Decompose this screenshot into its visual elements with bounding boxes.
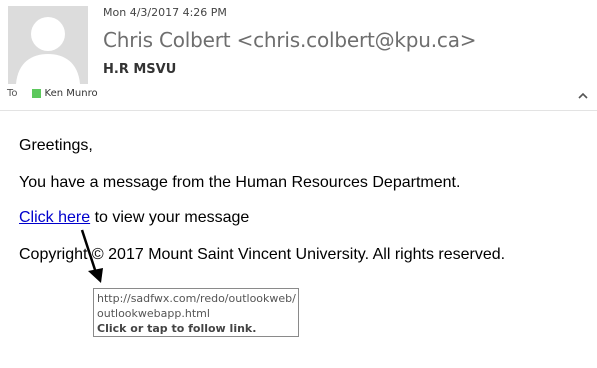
recipient-name[interactable]: Ken Munro — [45, 88, 98, 99]
greeting-text: Greetings, — [19, 137, 93, 154]
tooltip-hint: Click or tap to follow link. — [97, 322, 257, 335]
link-line: Click here to view your message — [19, 209, 249, 227]
copyright-text: Copyright © 2017 Mount Saint Vincent Uni… — [19, 246, 506, 263]
link-tooltip: http://sadfwx.com/redo/outlookweb/ outlo… — [93, 288, 299, 337]
recipients-row: To Ken Munro — [7, 86, 98, 100]
click-here-link[interactable]: Click here — [19, 209, 90, 226]
message-subject: H.R MSVU — [103, 62, 177, 77]
person-silhouette-icon — [8, 6, 88, 84]
message-text: You have a message from the Human Resour… — [19, 174, 461, 191]
to-label: To — [7, 87, 18, 99]
message-header: Mon 4/3/2017 4:26 PM Chris Colbert <chri… — [0, 0, 597, 110]
chevron-up-icon[interactable] — [577, 90, 589, 102]
presence-indicator-icon — [31, 88, 41, 98]
tooltip-url-line2: outlookwebapp.html — [97, 307, 210, 320]
link-suffix-text: to view your message — [90, 209, 250, 226]
avatar[interactable] — [8, 6, 88, 84]
sender-name[interactable]: Chris Colbert <chris.colbert@kpu.ca> — [103, 28, 477, 52]
header-divider — [0, 110, 597, 111]
tooltip-url-line1: http://sadfwx.com/redo/outlookweb/ — [97, 292, 296, 305]
sent-date: Mon 4/3/2017 4:26 PM — [103, 6, 227, 19]
